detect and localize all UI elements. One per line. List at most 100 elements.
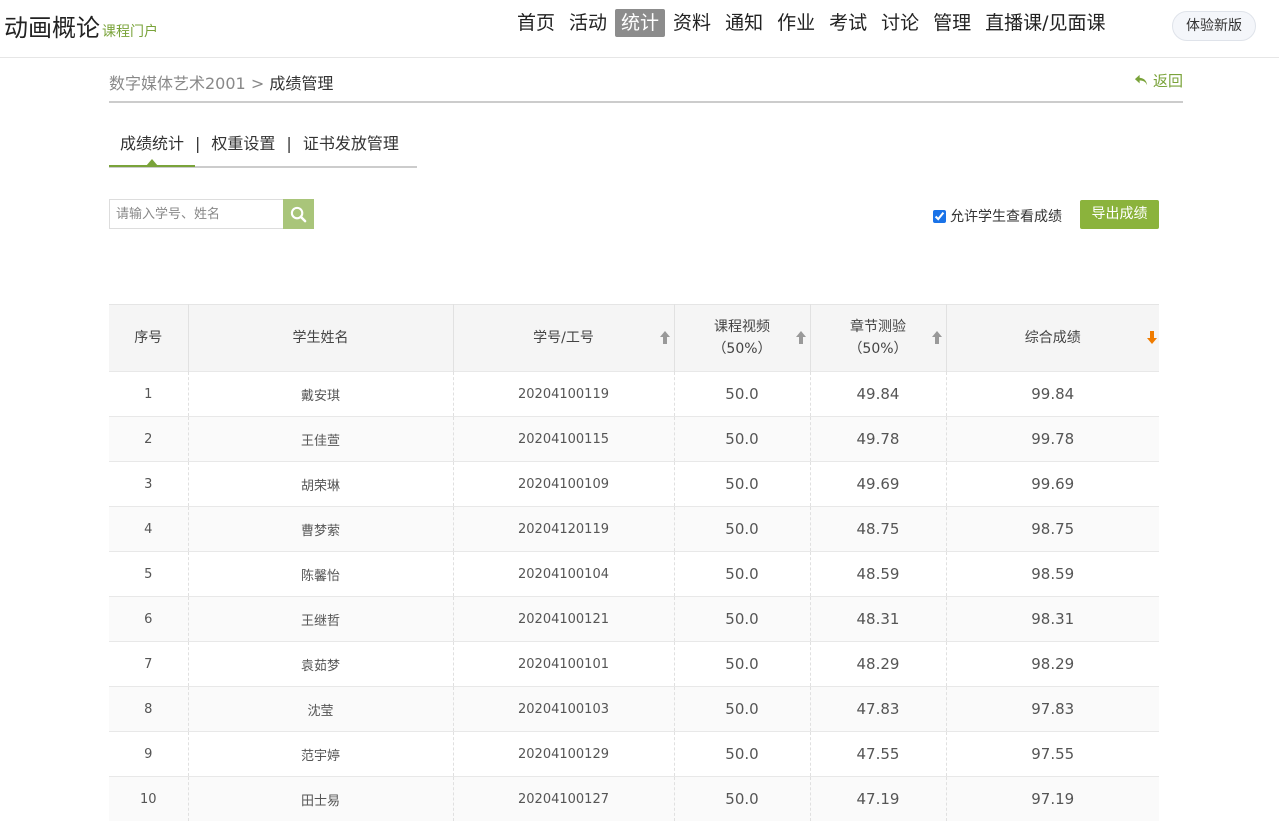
nav-item-5[interactable]: 作业: [771, 9, 821, 37]
cell-video-score: 50.0: [674, 597, 810, 642]
cell-student-id: 20204100109: [453, 462, 674, 507]
cell-student-id: 20204100115: [453, 417, 674, 462]
col-header-student-id: 学号/工号: [453, 305, 674, 372]
cell-quiz-score: 48.31: [810, 597, 946, 642]
cell-total-score: 99.84: [946, 372, 1159, 417]
cell-student-id: 20204100129: [453, 732, 674, 777]
col-header-quiz: 章节测验 （50%）: [810, 305, 946, 372]
allow-view-checkbox[interactable]: [933, 210, 946, 223]
course-portal-link[interactable]: 课程门户: [102, 21, 158, 41]
cell-quiz-score: 47.83: [810, 687, 946, 732]
breadcrumb-bar: 数字媒体艺术2001 > 成绩管理 返回: [109, 58, 1183, 103]
tab-grade-statistics[interactable]: 成绩统计: [109, 123, 195, 167]
cell-total-score: 98.75: [946, 507, 1159, 552]
try-new-version-button[interactable]: 体验新版: [1172, 11, 1256, 41]
nav-item-2[interactable]: 统计: [615, 9, 665, 37]
cell-total-score: 98.59: [946, 552, 1159, 597]
cell-total-score: 97.55: [946, 732, 1159, 777]
breadcrumb-separator: >: [251, 74, 264, 93]
table-row: 4曹梦萦2020412011950.048.7598.75: [109, 507, 1159, 552]
search-icon: [290, 206, 307, 223]
breadcrumb-current: 成绩管理: [269, 74, 333, 93]
cell-student-name: 王佳萱: [188, 417, 453, 462]
cell-video-score: 50.0: [674, 462, 810, 507]
breadcrumb: 数字媒体艺术2001 > 成绩管理: [109, 70, 333, 94]
cell-student-name: 陈馨怡: [188, 552, 453, 597]
breadcrumb-course[interactable]: 数字媒体艺术2001: [109, 74, 246, 93]
col-header-video: 课程视频 （50%）: [674, 305, 810, 372]
cell-video-score: 50.0: [674, 507, 810, 552]
col-header-quiz-weight: （50%）: [812, 338, 945, 360]
table-row: 6王继哲2020410012150.048.3198.31: [109, 597, 1159, 642]
top-header: 动画概论 课程门户 首页活动统计资料通知作业考试讨论管理直播课/见面课 体验新版: [0, 0, 1279, 58]
cell-index: 6: [109, 597, 188, 642]
cell-video-score: 50.0: [674, 642, 810, 687]
cell-student-id: 20204100101: [453, 642, 674, 687]
cell-index: 5: [109, 552, 188, 597]
cell-quiz-score: 49.78: [810, 417, 946, 462]
tab-certificate-management[interactable]: 证书发放管理: [292, 123, 410, 165]
cell-total-score: 97.19: [946, 777, 1159, 821]
nav-item-8[interactable]: 管理: [927, 9, 977, 37]
cell-student-name: 王继哲: [188, 597, 453, 642]
back-link[interactable]: 返回: [1134, 70, 1183, 91]
tab-weight-settings[interactable]: 权重设置: [200, 123, 286, 165]
cell-student-id: 20204120119: [453, 507, 674, 552]
cell-student-name: 田士易: [188, 777, 453, 821]
cell-student-name: 袁茹梦: [188, 642, 453, 687]
cell-student-name: 胡荣琳: [188, 462, 453, 507]
table-row: 10田士易2020410012750.047.1997.19: [109, 777, 1159, 821]
cell-video-score: 50.0: [674, 777, 810, 821]
cell-index: 1: [109, 372, 188, 417]
nav-item-9[interactable]: 直播课/见面课: [979, 9, 1111, 37]
cell-video-score: 50.0: [674, 552, 810, 597]
cell-student-name: 范宇婷: [188, 732, 453, 777]
cell-index: 9: [109, 732, 188, 777]
cell-total-score: 98.31: [946, 597, 1159, 642]
sort-up-icon[interactable]: [795, 330, 807, 345]
col-header-name: 学生姓名: [188, 305, 453, 372]
allow-view-toggle[interactable]: 允许学生查看成绩: [933, 206, 1062, 226]
nav-item-7[interactable]: 讨论: [875, 9, 925, 37]
nav-item-1[interactable]: 活动: [563, 9, 613, 37]
nav-item-0[interactable]: 首页: [511, 9, 561, 37]
cell-total-score: 97.83: [946, 687, 1159, 732]
col-header-student-id-label: 学号/工号: [533, 330, 594, 346]
table-header-row: 序号 学生姓名 学号/工号 课程视频 （50%） 章节测验 （50%） 综合成绩: [109, 305, 1159, 372]
cell-student-name: 沈莹: [188, 687, 453, 732]
cell-quiz-score: 47.55: [810, 732, 946, 777]
cell-quiz-score: 48.29: [810, 642, 946, 687]
col-header-total-label: 综合成绩: [1025, 330, 1081, 346]
col-header-video-title: 课程视频: [676, 316, 809, 338]
grade-tabs: 成绩统计 | 权重设置 | 证书发放管理: [109, 121, 417, 168]
search-button[interactable]: [283, 199, 314, 229]
cell-student-name: 戴安琪: [188, 372, 453, 417]
course-brand: 动画概论 课程门户: [4, 8, 158, 43]
sort-up-icon[interactable]: [931, 330, 943, 345]
allow-view-label: 允许学生查看成绩: [950, 206, 1062, 226]
cell-quiz-score: 48.75: [810, 507, 946, 552]
cell-student-id: 20204100104: [453, 552, 674, 597]
sort-up-icon[interactable]: [659, 330, 671, 345]
cell-student-id: 20204100121: [453, 597, 674, 642]
col-header-index: 序号: [109, 305, 188, 372]
export-grades-button[interactable]: 导出成绩: [1080, 200, 1159, 229]
nav-item-3[interactable]: 资料: [667, 9, 717, 37]
search-input[interactable]: [110, 200, 282, 228]
col-header-video-weight: （50%）: [676, 338, 809, 360]
cell-index: 10: [109, 777, 188, 821]
cell-student-id: 20204100103: [453, 687, 674, 732]
sort-down-icon[interactable]: [1146, 330, 1158, 345]
table-row: 2王佳萱2020410011550.049.7899.78: [109, 417, 1159, 462]
table-row: 5陈馨怡2020410010450.048.5998.59: [109, 552, 1159, 597]
cell-index: 2: [109, 417, 188, 462]
nav-item-4[interactable]: 通知: [719, 9, 769, 37]
cell-quiz-score: 47.19: [810, 777, 946, 821]
cell-total-score: 99.78: [946, 417, 1159, 462]
nav-item-6[interactable]: 考试: [823, 9, 873, 37]
back-label: 返回: [1153, 70, 1183, 91]
cell-index: 7: [109, 642, 188, 687]
cell-video-score: 50.0: [674, 372, 810, 417]
cell-student-name: 曹梦萦: [188, 507, 453, 552]
cell-quiz-score: 49.69: [810, 462, 946, 507]
